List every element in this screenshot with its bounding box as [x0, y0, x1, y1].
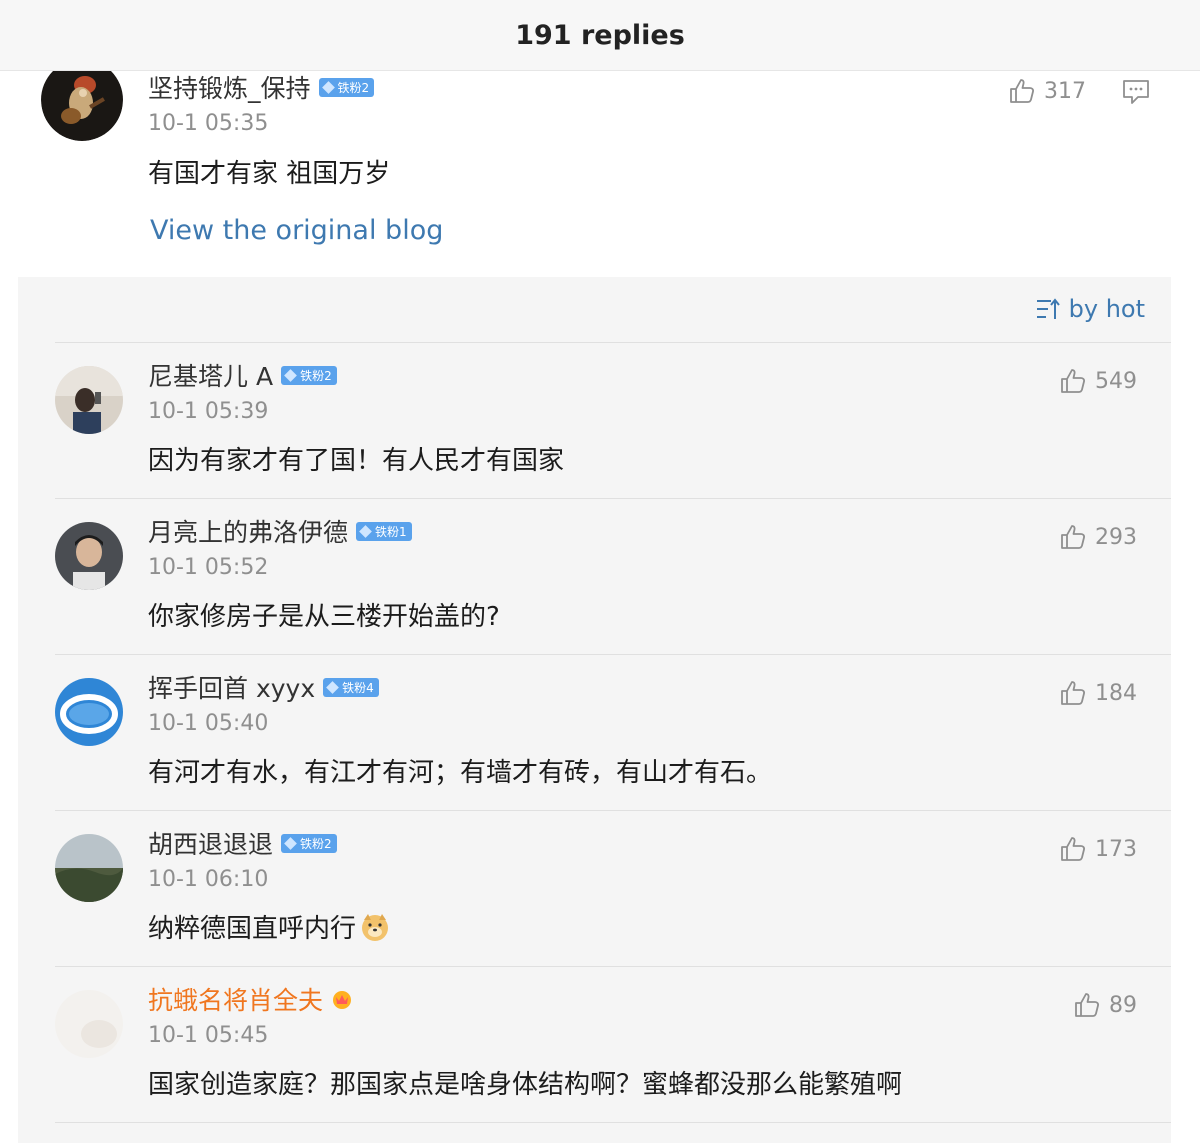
avatar[interactable]	[41, 71, 123, 141]
reply-item: 挥手回首 xyyx 铁粉4 10-1 05:40 有河才有水，有江才有河；有墙才…	[18, 655, 1171, 811]
username-text[interactable]: 尼基塔儿 A	[148, 357, 273, 393]
badge-label: 铁粉2	[300, 836, 332, 851]
thumbs-up-icon	[1073, 991, 1101, 1019]
like-count: 293	[1095, 524, 1137, 550]
thumbs-up-icon	[1059, 679, 1087, 707]
like-button[interactable]: 549	[1059, 367, 1137, 395]
fan-badge: 铁粉2	[318, 77, 375, 97]
avatar[interactable]	[55, 990, 123, 1058]
reply-username[interactable]: 挥手回首 xyyx 铁粉4	[148, 669, 379, 705]
main-comment: 坚持锻炼_保持 铁粉2 10-1 05:35 有国才有家 祖国万岁 317 Vi…	[0, 71, 1200, 276]
avatar[interactable]	[55, 522, 123, 590]
diamond-icon	[284, 368, 297, 382]
view-original-blog-link[interactable]: View the original blog	[150, 215, 443, 246]
reply-username[interactable]: 尼基塔儿 A 铁粉2	[148, 357, 337, 393]
diamond-icon	[321, 80, 335, 94]
like-count: 89	[1109, 992, 1137, 1018]
reply-time: 10-1 05:40	[148, 711, 269, 736]
doge-emoji-icon	[362, 914, 389, 941]
thumbs-up-icon	[1008, 77, 1036, 105]
reply-username[interactable]: 胡西退退退 铁粉2	[148, 825, 337, 861]
reply-text: 国家创造家庭？那国家点是啥身体结构啊？蜜蜂都没那么能繁殖啊	[148, 1070, 903, 1100]
fan-badge: 铁粉2	[281, 365, 337, 385]
username-text[interactable]: 坚持锻炼_保持	[148, 69, 311, 105]
reply-text-content: 纳粹德国直呼内行	[148, 914, 357, 944]
diamond-icon	[284, 836, 297, 850]
reply-text: 你家修房子是从三楼开始盖的?	[148, 602, 500, 632]
username-text[interactable]: 月亮上的弗洛伊德	[148, 513, 348, 549]
reply-text: 纳粹德国直呼内行	[148, 908, 390, 945]
like-button[interactable]: 173	[1059, 835, 1137, 863]
comment-text: 有国才有家 祖国万岁	[148, 159, 391, 189]
reply-time: 10-1 05:52	[148, 555, 269, 580]
reply-time: 10-1 05:45	[148, 1023, 269, 1048]
fan-badge: 铁粉4	[323, 677, 379, 697]
reply-item: 尼基塔儿 A 铁粉2 10-1 05:39 因为有家才有了国！有人民才有国家 5…	[18, 343, 1171, 499]
reply-time: 10-1 06:10	[148, 867, 269, 892]
badge-label: 铁粉2	[300, 368, 332, 383]
like-button[interactable]: 89	[1073, 991, 1137, 1019]
fan-badge: 铁粉1	[356, 521, 412, 541]
username-text[interactable]: 挥手回首 xyyx	[148, 669, 315, 705]
vip-crown-icon	[333, 991, 352, 1009]
like-count: 184	[1095, 680, 1137, 706]
sort-by-hot-button[interactable]: by hot	[1035, 295, 1145, 323]
username-text[interactable]: 抗蛾名将肖全夫	[148, 981, 323, 1017]
reply-item: 月亮上的弗洛伊德 铁粉1 10-1 05:52 你家修房子是从三楼开始盖的? 2…	[18, 499, 1171, 655]
like-count: 317	[1044, 78, 1086, 104]
like-button[interactable]: 184	[1059, 679, 1137, 707]
username-text[interactable]: 胡西退退退	[148, 825, 273, 861]
thumbs-up-icon	[1059, 523, 1087, 551]
reply-time: 10-1 05:39	[148, 399, 269, 424]
diamond-icon	[359, 524, 372, 538]
badge-label: 铁粉2	[337, 80, 370, 95]
reply-text: 因为有家才有了国！有人民才有国家	[148, 446, 565, 476]
comment-time: 10-1 05:35	[148, 111, 269, 136]
avatar[interactable]	[55, 834, 123, 902]
avatar[interactable]	[55, 678, 123, 746]
reply-item: 胡西退退退 铁粉2 10-1 06:10 纳粹德国直呼内行 173	[18, 811, 1171, 967]
like-button[interactable]: 293	[1059, 523, 1137, 551]
badge-label: 铁粉4	[342, 680, 374, 695]
thumbs-up-icon	[1059, 835, 1087, 863]
reply-item: 抗蛾名将肖全夫 10-1 05:45 国家创造家庭？那国家点是啥身体结构啊？蜜蜂…	[18, 967, 1171, 1123]
sort-icon	[1036, 298, 1060, 319]
reply-username[interactable]: 月亮上的弗洛伊德 铁粉1	[148, 513, 412, 549]
reply-text: 有河才有水，有江才有河；有墙才有砖，有山才有石。	[148, 758, 773, 788]
top-bar: 191 replies	[0, 0, 1200, 71]
badge-label: 铁粉1	[375, 524, 407, 539]
diamond-icon	[326, 680, 340, 694]
thumbs-up-icon	[1059, 367, 1087, 395]
like-button[interactable]: 317	[1008, 77, 1086, 105]
replies-panel: by hot 尼基塔儿 A 铁粉2 10-1 05:39 因为有家才有了国！有人…	[18, 277, 1171, 1143]
comment-username[interactable]: 坚持锻炼_保持 铁粉2	[148, 69, 375, 105]
like-count: 549	[1095, 368, 1137, 394]
divider	[55, 1122, 1171, 1123]
like-count: 173	[1095, 836, 1137, 862]
reply-username[interactable]: 抗蛾名将肖全夫	[148, 981, 353, 1017]
comment-icon[interactable]	[1121, 78, 1151, 106]
fan-badge: 铁粉2	[281, 833, 337, 853]
sort-label[interactable]: by hot	[1069, 295, 1145, 323]
page-title: 191 replies	[515, 19, 685, 51]
avatar[interactable]	[55, 366, 123, 434]
